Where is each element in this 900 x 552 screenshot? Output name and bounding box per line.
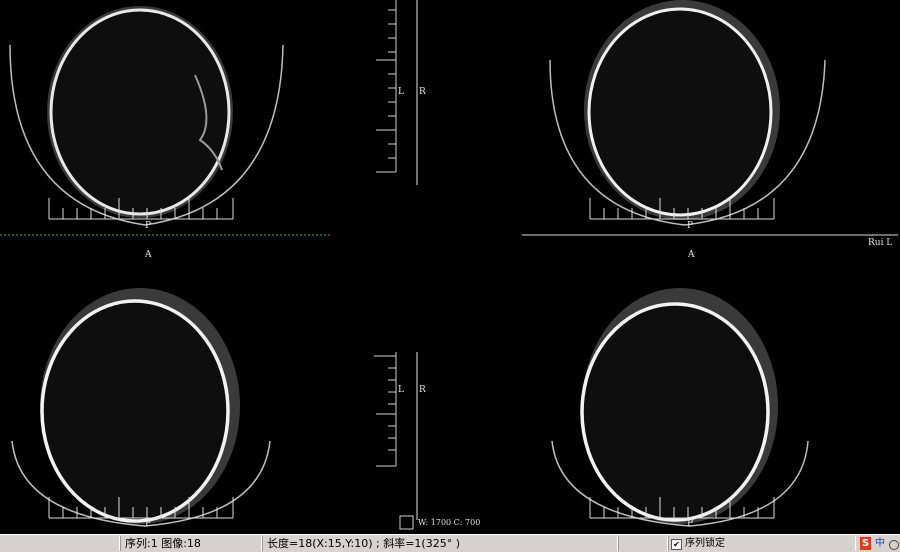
sogou-ime-icon[interactable]: S <box>860 537 871 550</box>
ct-slice-top-left[interactable] <box>0 0 340 240</box>
orientation-label-r-top: R <box>419 87 426 97</box>
status-pane-blank <box>618 536 668 551</box>
status-measurement: 长度=18(X:15,Y:10) ; 斜率=1(325° ) <box>262 536 618 551</box>
ct-slice-bottom-right[interactable] <box>540 276 900 534</box>
series-lock-label: 序列锁定 <box>685 538 725 549</box>
orientation-label-p-bottom-left: P <box>145 519 152 529</box>
orientation-label-a-left: A <box>145 250 152 260</box>
orientation-label-p-top-right: P <box>687 221 694 231</box>
orientation-label-p-bottom-right: P <box>687 519 694 529</box>
orientation-label-r-bottom: R <box>419 385 426 395</box>
ct-slice-bottom-left[interactable] <box>0 276 340 534</box>
orientation-label-l-bottom: L <box>398 385 404 395</box>
ct-viewer[interactable]: P P P P A A L R L R Rui L W: 1700 C: 700 <box>0 0 900 534</box>
window-level-readout: W: 1700 C: 700 <box>418 518 481 527</box>
ct-slice-top-right[interactable] <box>520 0 900 240</box>
ime-language-indicator[interactable]: 中 <box>875 537 885 550</box>
system-tray: S 中 <box>856 536 900 551</box>
orientation-label-p-top-left: P <box>145 221 152 231</box>
orientation-label-a-right: A <box>688 250 695 260</box>
series-lock-checkbox[interactable]: ✔ <box>671 539 682 550</box>
status-pane-empty <box>0 536 120 551</box>
series-lock-option[interactable]: ✔ 序列锁定 <box>668 536 856 551</box>
ruler-bottom <box>370 348 430 534</box>
corner-text: Rui L <box>868 238 893 248</box>
status-series-image: 序列:1 图像:18 <box>120 536 262 551</box>
ime-mode-icon[interactable] <box>889 540 899 550</box>
orientation-label-l-top: L <box>398 87 404 97</box>
status-bar: 序列:1 图像:18 长度=18(X:15,Y:10) ; 斜率=1(325° … <box>0 534 900 552</box>
